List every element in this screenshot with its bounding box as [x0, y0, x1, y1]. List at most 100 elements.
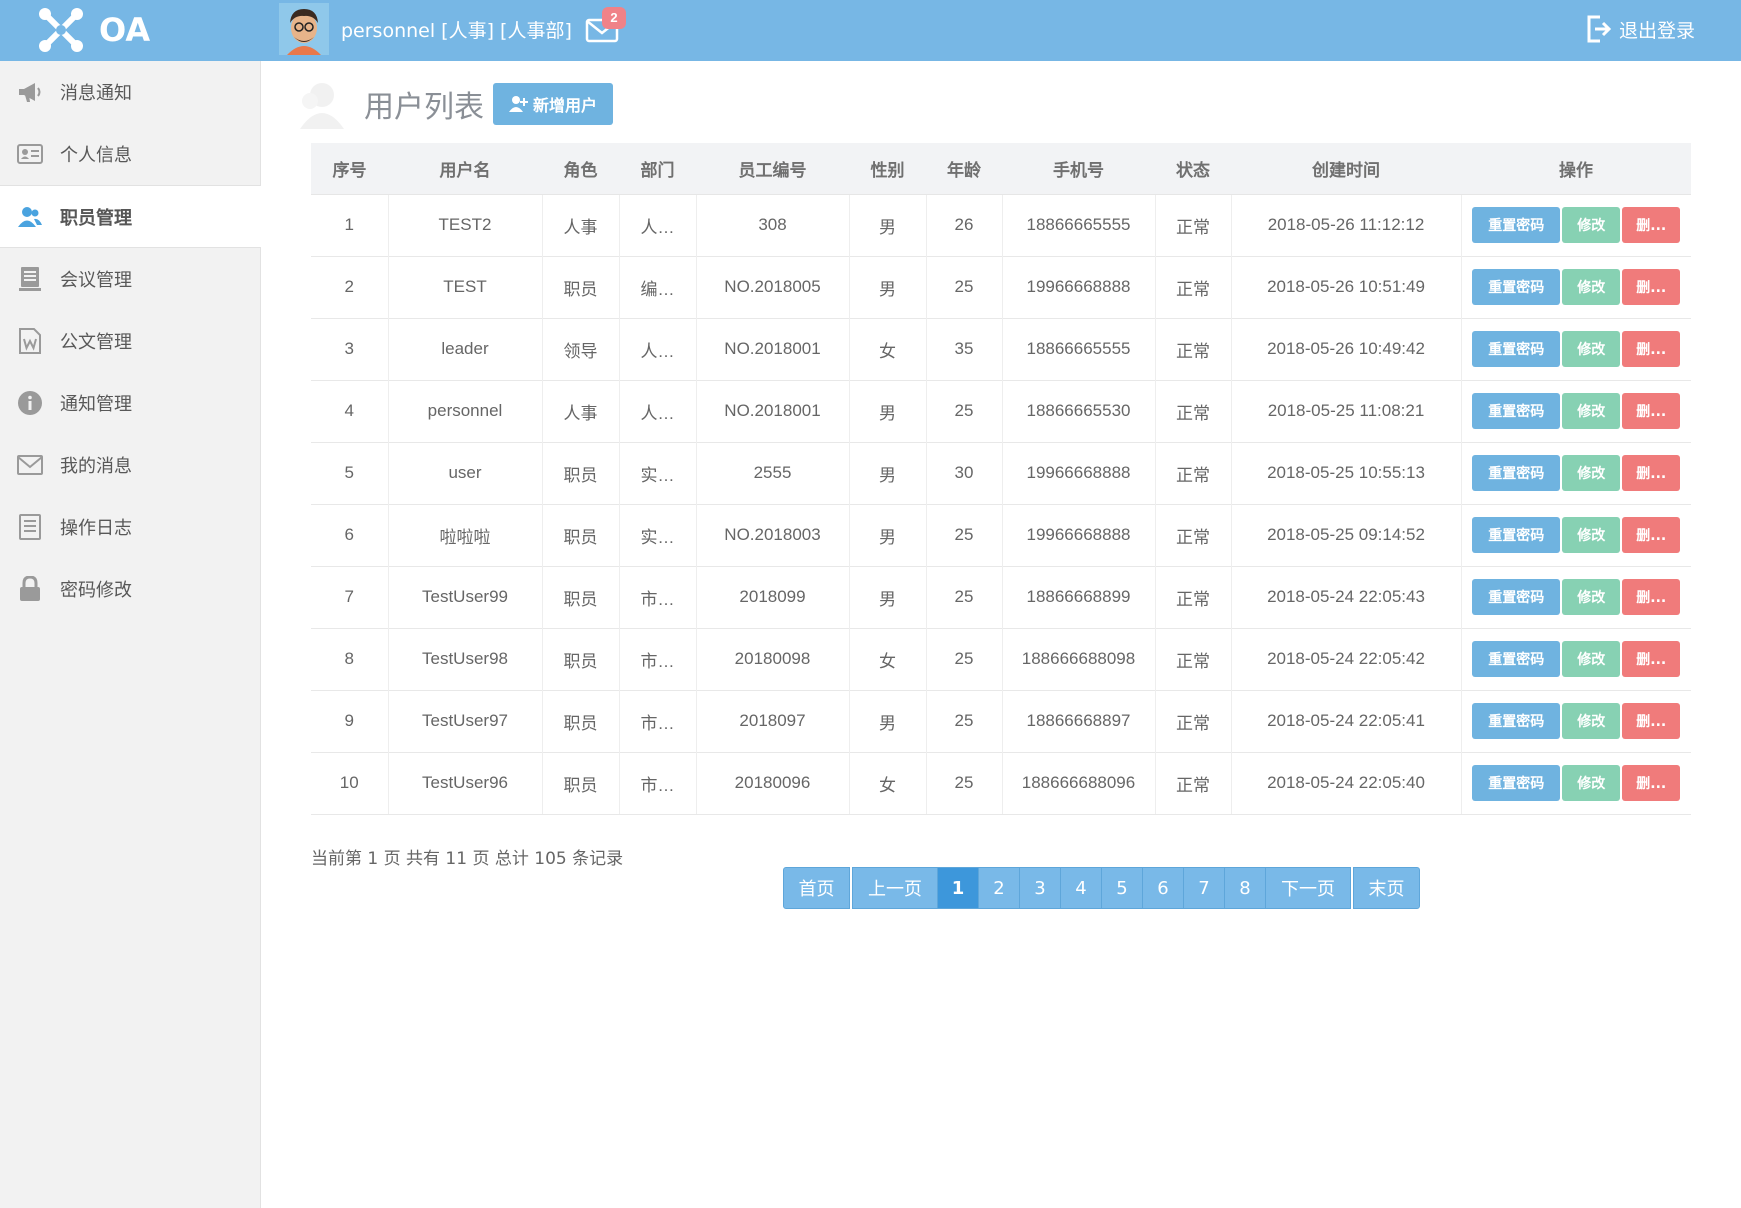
- sidebar-item-staff-management[interactable]: 职员管理: [0, 185, 261, 248]
- col-phone-cell: 18866668899: [1001, 565, 1155, 628]
- logout-icon: [1587, 15, 1612, 43]
- col-status-cell: 正常: [1154, 255, 1231, 318]
- envelope-icon: [16, 451, 44, 479]
- table-row: 5 user 职员 实… 2555 男 30 19966668888 正常 2018-05-25 …: [311, 441, 1691, 504]
- page-button-3[interactable]: 3: [1019, 867, 1061, 909]
- page-button-5[interactable]: 5: [1101, 867, 1143, 909]
- delete-button[interactable]: 删...: [1622, 517, 1681, 553]
- col-phone-cell: 188666688096: [1001, 751, 1155, 815]
- col-role-cell: 领导: [541, 317, 619, 380]
- page-button-7[interactable]: 7: [1183, 867, 1225, 909]
- col-department-cell: 人…: [618, 379, 696, 442]
- reset-password-button[interactable]: 重置密码: [1472, 207, 1561, 243]
- col-age-header: 年龄: [926, 143, 1002, 195]
- avatar[interactable]: [279, 3, 329, 55]
- delete-button[interactable]: 删...: [1622, 579, 1681, 615]
- next-page-button[interactable]: 下一页: [1265, 867, 1351, 909]
- reset-password-button[interactable]: 重置密码: [1472, 579, 1561, 615]
- col-status-cell: 正常: [1154, 379, 1231, 442]
- page-button-4[interactable]: 4: [1060, 867, 1102, 909]
- reset-password-button[interactable]: 重置密码: [1472, 269, 1561, 305]
- pagination: 首页 上一页 1 2 3 4 5 6 7 8 下一页 末页: [783, 867, 1420, 909]
- prev-page-button[interactable]: 上一页: [852, 867, 938, 909]
- delete-button[interactable]: 删...: [1622, 269, 1681, 305]
- sidebar-item-notifications[interactable]: 消息通知: [0, 61, 260, 123]
- table-row: 2 TEST 职员 编… NO.2018005 男 25 19966668888 正常 2018-…: [311, 255, 1692, 318]
- logo[interactable]: OA: [37, 4, 267, 56]
- sidebar-item-document-management[interactable]: 公文管理: [0, 310, 260, 372]
- col-created-time-cell: 2018-05-26 10:51:49: [1230, 255, 1461, 318]
- first-page-button[interactable]: 首页: [783, 867, 850, 909]
- edit-button[interactable]: 修改: [1562, 765, 1621, 801]
- reset-password-button[interactable]: 重置密码: [1472, 517, 1561, 553]
- edit-button[interactable]: 修改: [1562, 269, 1621, 305]
- col-created-time-cell: 2018-05-24 22:05:41: [1230, 689, 1461, 752]
- edit-button[interactable]: 修改: [1562, 641, 1621, 677]
- delete-button[interactable]: 删...: [1622, 455, 1681, 491]
- delete-button[interactable]: 删...: [1622, 207, 1681, 243]
- col-department-cell: 人…: [618, 317, 696, 380]
- delete-button[interactable]: 删...: [1622, 331, 1681, 367]
- edit-button[interactable]: 修改: [1562, 207, 1621, 243]
- col-employee-id-cell: 20180096: [695, 751, 849, 815]
- add-user-button[interactable]: 新增用户: [493, 83, 614, 125]
- edit-button[interactable]: 修改: [1562, 393, 1621, 429]
- last-page-button[interactable]: 末页: [1353, 867, 1420, 909]
- edit-button[interactable]: 修改: [1562, 331, 1621, 367]
- col-status-cell: 正常: [1154, 689, 1231, 752]
- col-age-cell: 25: [925, 751, 1002, 815]
- page-button-1[interactable]: 1: [937, 867, 979, 909]
- col-age-cell: 35: [925, 317, 1002, 380]
- delete-button[interactable]: 删...: [1622, 703, 1681, 739]
- page-button-2[interactable]: 2: [978, 867, 1020, 909]
- info-icon: [16, 389, 44, 417]
- sidebar-item-label: 职员管理: [60, 207, 132, 229]
- row-actions: 重置密码 修改 删...: [1462, 269, 1692, 305]
- col-gender-cell: 男: [848, 441, 926, 504]
- page-header: 用户列表 新增用户: [292, 76, 614, 132]
- reset-password-button[interactable]: 重置密码: [1472, 765, 1561, 801]
- reset-password-button[interactable]: 重置密码: [1472, 455, 1561, 491]
- reset-password-button[interactable]: 重置密码: [1472, 393, 1561, 429]
- delete-button[interactable]: 删...: [1622, 765, 1681, 801]
- col-employee-id-cell: NO.2018005: [695, 255, 849, 318]
- col-gender-cell: 女: [848, 751, 926, 815]
- reset-password-button[interactable]: 重置密码: [1472, 331, 1561, 367]
- sidebar-item-operation-log[interactable]: 操作日志: [0, 496, 260, 558]
- sidebar-item-change-password[interactable]: 密码修改: [0, 558, 260, 620]
- col-role-cell: 职员: [541, 255, 619, 318]
- col-gender-cell: 男: [848, 193, 926, 256]
- current-user-label[interactable]: personnel [人事] [人事部]: [341, 16, 572, 43]
- page-button-6[interactable]: 6: [1142, 867, 1184, 909]
- edit-button[interactable]: 修改: [1562, 517, 1621, 553]
- col-employee-id-cell: 2555: [695, 441, 849, 504]
- sidebar-item-notice-management[interactable]: 通知管理: [0, 372, 260, 434]
- sidebar-item-my-messages[interactable]: 我的消息: [0, 434, 260, 496]
- edit-button[interactable]: 修改: [1562, 703, 1621, 739]
- page-button-8[interactable]: 8: [1224, 867, 1266, 909]
- delete-button[interactable]: 删...: [1622, 393, 1681, 429]
- sidebar-item-meeting-management[interactable]: 会议管理: [0, 248, 260, 310]
- col-gender-cell: 男: [848, 689, 926, 752]
- sidebar-item-profile[interactable]: 个人信息: [0, 123, 260, 185]
- col-department-cell: 市…: [618, 565, 696, 628]
- col-actions-cell: 重置密码 修改 删...: [1460, 193, 1691, 256]
- col-phone-cell: 18866665530: [1001, 379, 1155, 442]
- col-employee-id-cell: 2018099: [695, 565, 849, 628]
- logout-button[interactable]: 退出登录: [1585, 13, 1695, 45]
- col-status-cell: 正常: [1154, 627, 1231, 690]
- sidebar: 消息通知 个人信息 职员管理 会议管理 公文管理 通知管理 我的消息 操作日志 …: [0, 61, 261, 1208]
- col-status-cell: 正常: [1154, 317, 1231, 380]
- reset-password-button[interactable]: 重置密码: [1472, 641, 1561, 677]
- table-row: 3 leader 领导 人… NO.2018001 女 35 18866665555 正常 201…: [311, 317, 1691, 380]
- edit-button[interactable]: 修改: [1562, 455, 1621, 491]
- col-employee-id-cell: 20180098: [695, 627, 849, 690]
- delete-button[interactable]: 删...: [1622, 641, 1681, 677]
- sidebar-item-label: 我的消息: [60, 456, 132, 477]
- col-created-time-cell: 2018-05-26 10:49:42: [1230, 317, 1461, 380]
- edit-button[interactable]: 修改: [1562, 579, 1621, 615]
- row-actions: 重置密码 修改 删...: [1462, 579, 1692, 615]
- col-actions-cell: 重置密码 修改 删...: [1460, 627, 1691, 690]
- reset-password-button[interactable]: 重置密码: [1472, 703, 1561, 739]
- col-employee-id-cell: NO.2018001: [695, 317, 849, 380]
